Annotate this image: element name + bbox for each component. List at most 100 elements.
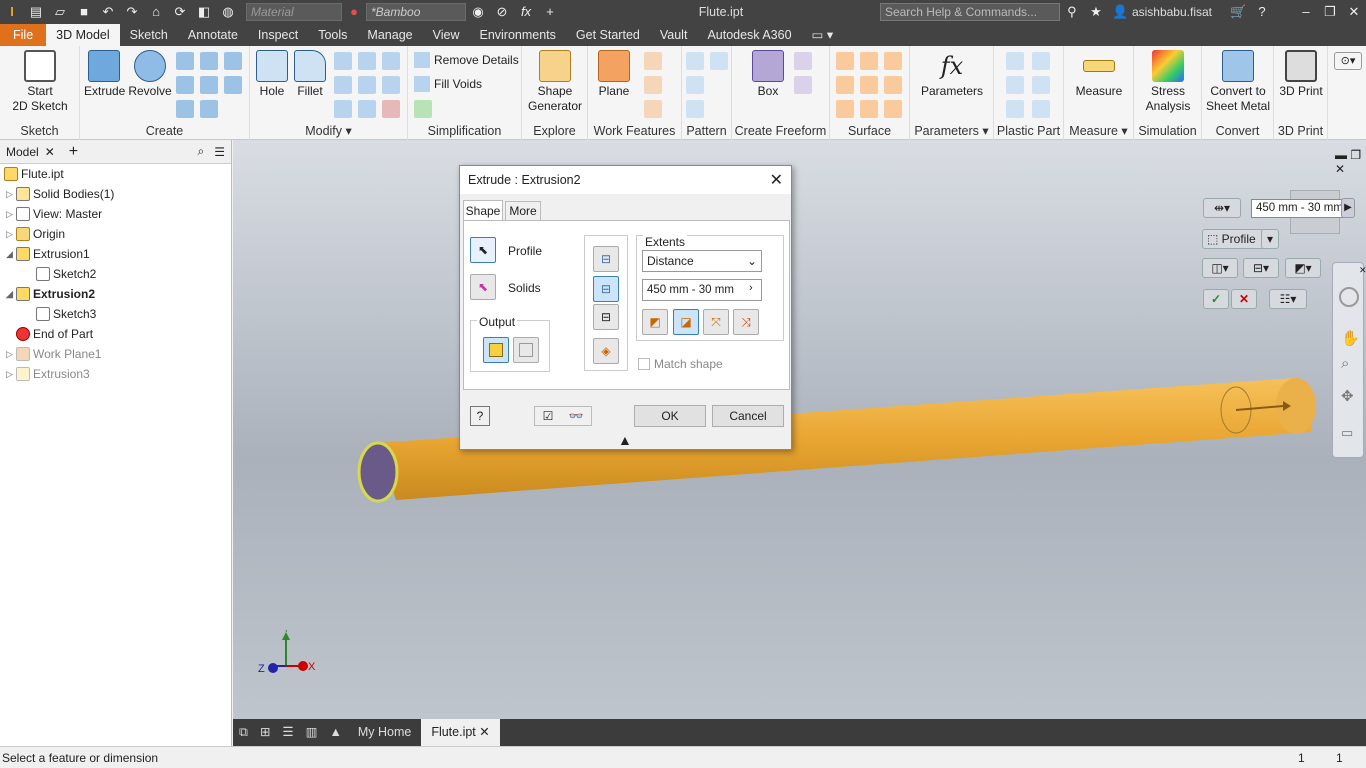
stitch-icon[interactable] [836, 52, 854, 70]
fx-icon[interactable]: fx [518, 5, 534, 19]
derive-icon[interactable] [224, 76, 242, 94]
measure-button[interactable]: Measure [1068, 50, 1130, 99]
sweep-icon[interactable] [200, 52, 218, 70]
cut-button[interactable]: ⊟ [593, 276, 619, 302]
tab-more[interactable]: More [505, 201, 541, 220]
ok-button[interactable]: OK [634, 405, 706, 427]
add-tab-icon[interactable]: + [69, 143, 78, 161]
close-icon[interactable]: ✕ [1346, 5, 1362, 19]
undo-icon[interactable]: ↶ [100, 5, 116, 19]
decal-icon[interactable] [200, 100, 218, 118]
convert-sheet-metal-button[interactable]: Convert to Sheet Metal [1204, 50, 1272, 114]
emboss-icon[interactable] [200, 76, 218, 94]
tab-flute-ipt[interactable]: Flute.ipt ✕ [421, 719, 500, 746]
orbit-icon[interactable]: ✥ [1341, 387, 1354, 405]
tree-item-origin[interactable]: ▷ Origin [6, 224, 65, 244]
expand-icon[interactable]: ▷ [6, 344, 16, 364]
tab-annotate[interactable]: Annotate [178, 24, 248, 46]
chevron-down-icon[interactable]: ▾ [1261, 229, 1279, 249]
close-icon[interactable]: ✕ [770, 170, 783, 190]
tab-model[interactable]: Model [0, 145, 45, 159]
direction-symmetric-button[interactable]: ⤧ [703, 309, 729, 335]
cancel-button[interactable]: Cancel [712, 405, 784, 427]
fill-voids-button[interactable]: Fill Voids [414, 76, 482, 92]
sketch-pattern-icon[interactable] [686, 100, 704, 118]
hole-button[interactable]: Hole [254, 50, 290, 99]
save-icon[interactable]: ■ [76, 5, 92, 19]
snap-fit-icon[interactable] [1032, 76, 1050, 94]
revolve-button[interactable]: Revolve [128, 50, 172, 99]
tab-shape[interactable]: Shape [463, 200, 503, 220]
search-input[interactable]: Search Help & Commands... [879, 3, 1060, 21]
tree-item-part[interactable]: Flute.ipt [4, 164, 64, 184]
lip-icon[interactable] [1032, 100, 1050, 118]
chevron-right-icon[interactable]: ▶ [1341, 198, 1355, 218]
clear-icon[interactable]: ⊘ [494, 5, 510, 19]
binoculars-icon[interactable]: ⚲ [1064, 5, 1080, 19]
restore-icon[interactable]: ❐ [1322, 5, 1338, 19]
combine-icon[interactable] [382, 76, 400, 94]
ribbon-options-icon[interactable]: ⊙▾ [1334, 52, 1362, 70]
tab-3d-model[interactable]: 3D Model [46, 24, 120, 46]
pan-icon[interactable]: ✋ [1341, 329, 1360, 347]
replace-face-icon[interactable] [860, 100, 878, 118]
ok-check-icon[interactable]: ✓ [1203, 289, 1229, 309]
tab-environments[interactable]: Environments [469, 24, 565, 46]
close-icon[interactable]: ✕ [479, 725, 489, 739]
axis-icon[interactable] [644, 52, 662, 70]
horizontal-windows-icon[interactable]: ☰ [276, 719, 299, 746]
expand-dialog-icon[interactable]: ▲ [618, 432, 632, 448]
tab-view[interactable]: View [423, 24, 470, 46]
plus-icon[interactable]: + [542, 5, 558, 19]
tab-vault[interactable]: Vault [650, 24, 698, 46]
new-solid-button[interactable]: ◈ [593, 338, 619, 364]
zoom-icon[interactable]: ⌕ [1341, 355, 1349, 372]
help-icon[interactable]: ? [1254, 5, 1270, 19]
tab-get-started[interactable]: Get Started [566, 24, 650, 46]
point-icon[interactable] [644, 76, 662, 94]
stress-analysis-button[interactable]: Stress Analysis [1138, 50, 1198, 114]
plane-button[interactable]: Plane [594, 50, 634, 99]
grill-icon[interactable] [1006, 52, 1024, 70]
appearance-dropdown[interactable]: *Bamboo [366, 3, 466, 21]
color-wheel-icon[interactable]: ◍ [220, 5, 236, 19]
delete-face-icon[interactable] [382, 100, 400, 118]
cart-icon[interactable]: 🛒 [1230, 5, 1246, 19]
chevron-down-icon[interactable]: ▾ [982, 124, 988, 138]
tab-sketch[interactable]: Sketch [120, 24, 178, 46]
thread-icon[interactable] [334, 76, 352, 94]
repair-icon[interactable] [884, 100, 902, 118]
material-dropdown[interactable]: Material [246, 3, 342, 21]
minimize-icon[interactable]: ▬ [1335, 148, 1347, 162]
start-sketch-button[interactable]: Start 2D Sketch [8, 50, 72, 114]
close-icon[interactable]: ✕ [45, 145, 55, 159]
tab-menu-icon[interactable]: ▲ [323, 719, 347, 746]
remove-details-button[interactable]: Remove Details [414, 52, 519, 68]
mirror-icon[interactable] [710, 52, 728, 70]
spring-icon[interactable] [176, 100, 194, 118]
freeform-convert-icon[interactable] [794, 76, 812, 94]
restore-icon[interactable]: ❐ [1350, 148, 1361, 162]
3d-print-button[interactable]: 3D Print [1276, 50, 1326, 99]
rect-pattern-icon[interactable] [686, 52, 704, 70]
sculpt-icon[interactable] [884, 52, 902, 70]
split-icon[interactable] [358, 76, 376, 94]
expand-icon[interactable]: ▷ [6, 224, 16, 244]
tile-windows-icon[interactable]: ⧉ [233, 719, 254, 746]
tab-a360[interactable]: Autodesk A360 [697, 24, 801, 46]
draft-icon[interactable] [382, 52, 400, 70]
tree-item-solid-bodies[interactable]: ▷ Solid Bodies(1) [6, 184, 114, 204]
tab-manage[interactable]: Manage [357, 24, 422, 46]
trim-icon[interactable] [836, 76, 854, 94]
boss-icon[interactable] [1032, 52, 1050, 70]
simplify-icon[interactable] [414, 100, 432, 118]
menu-icon[interactable]: ☰ [214, 145, 225, 159]
star-icon[interactable]: ★ [1088, 5, 1104, 19]
boundary-icon[interactable] [884, 76, 902, 94]
tab-my-home[interactable]: My Home [348, 719, 421, 746]
user-name[interactable]: asishbabu.fisat [1132, 5, 1212, 19]
output-dropdown[interactable]: ◫▾ [1202, 258, 1238, 278]
solids-selector-button[interactable]: ⬉ [470, 274, 496, 300]
ruled-icon[interactable] [836, 100, 854, 118]
direction-dropdown[interactable]: ◩▾ [1285, 258, 1321, 278]
